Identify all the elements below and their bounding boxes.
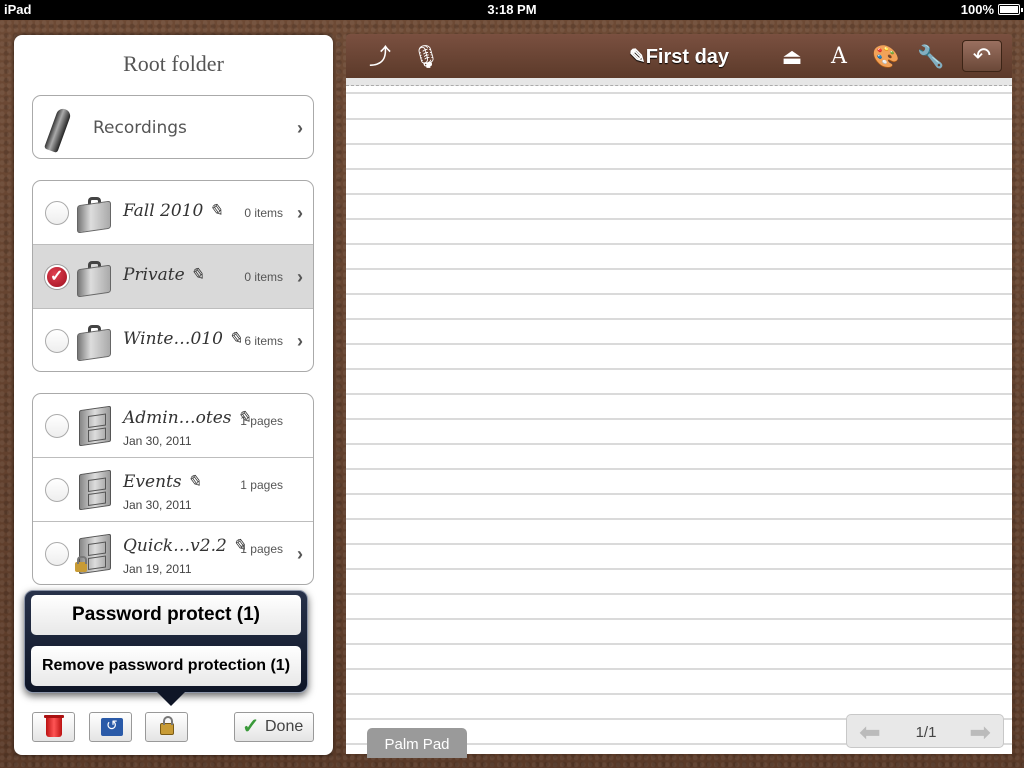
- chevron-right-icon: ›: [297, 203, 303, 223]
- cabinet-icon: [79, 469, 111, 511]
- notebook-date: Jan 19, 2011: [123, 562, 192, 576]
- folder-name: Winte…010 ✎: [123, 329, 243, 349]
- checkmark-icon: ✓: [242, 715, 260, 738]
- folder-count: 0 items: [244, 270, 283, 284]
- notebooks-group: Admin…otes ✎ 1 pages Jan 30, 2011 Events…: [32, 393, 314, 585]
- briefcase-icon: [77, 259, 111, 298]
- notebook-date: Jan 30, 2011: [123, 434, 192, 448]
- done-label: Done: [265, 718, 304, 735]
- move-folder-icon: [101, 717, 123, 736]
- recordings-row[interactable]: Recordings ›: [33, 96, 313, 158]
- notebook-name: Admin…otes ✎: [123, 408, 252, 428]
- status-bar: iPad 3:18 PM 100%: [0, 0, 1024, 20]
- notebook-name: Quick…v2.2 ✎: [123, 536, 247, 556]
- recordings-group: Recordings ›: [32, 95, 314, 159]
- battery-percent: 100%: [960, 2, 994, 17]
- notebook-row[interactable]: Quick…v2.2 ✎ 1 pages Jan 19, 2011 ›: [33, 522, 313, 584]
- notebook-row[interactable]: Admin…otes ✎ 1 pages Jan 30, 2011: [33, 394, 313, 458]
- trash-icon: [44, 715, 64, 737]
- lock-button[interactable]: [145, 712, 188, 742]
- remove-password-button[interactable]: Remove password protection (1): [31, 646, 301, 686]
- notebook-row[interactable]: Events ✎ 1 pages Jan 30, 2011: [33, 458, 313, 522]
- folder-name: Private ✎: [123, 265, 205, 285]
- notebook-pages: 1 pages: [240, 478, 283, 492]
- page-navigator: ⬅ 1/1 ➡: [846, 714, 1004, 748]
- notebook-title[interactable]: ✎First day: [346, 44, 1012, 69]
- font-icon[interactable]: A: [825, 44, 853, 70]
- select-radio[interactable]: [45, 329, 69, 353]
- chevron-right-icon: ›: [297, 544, 303, 564]
- notebook-date: Jan 30, 2011: [123, 498, 192, 512]
- notebook-pages: 1 pages: [240, 414, 283, 428]
- next-page-arrow-icon[interactable]: ➡: [969, 717, 991, 748]
- battery-icon: [998, 4, 1023, 15]
- lock-icon: [75, 556, 87, 572]
- password-popover: Password protect (1) Remove password pro…: [24, 590, 308, 706]
- clock: 3:18 PM: [487, 2, 537, 17]
- briefcase-icon: [77, 323, 111, 362]
- undo-button[interactable]: ↶: [962, 40, 1002, 72]
- folder-name: Fall 2010 ✎: [123, 201, 223, 221]
- chevron-right-icon: ›: [297, 331, 303, 351]
- folder-count: 0 items: [244, 206, 283, 220]
- select-radio-checked[interactable]: [45, 265, 69, 289]
- notebook-page[interactable]: [346, 78, 1012, 754]
- notebook-pages: 1 pages: [240, 542, 283, 556]
- chevron-right-icon: ›: [297, 267, 303, 287]
- folder-row-selected[interactable]: Private ✎ 0 items ›: [33, 245, 313, 309]
- folder-count: 6 items: [244, 334, 283, 348]
- palette-icon[interactable]: 🎨: [872, 44, 900, 70]
- panel-title: Root folder: [123, 51, 224, 76]
- wrench-icon[interactable]: 🔧: [917, 44, 945, 70]
- recordings-label: Recordings: [93, 118, 187, 138]
- move-button[interactable]: [89, 712, 132, 742]
- folder-row[interactable]: Fall 2010 ✎ 0 items ›: [33, 181, 313, 245]
- notebook-toolbar: ⤴ 🎙 ✎First day ⏏ A 🎨 🔧 ↶: [346, 34, 1012, 78]
- briefcase-icon: [77, 195, 111, 234]
- notebook-tag[interactable]: Palm Pad: [367, 728, 467, 758]
- microphone-pen-icon: [43, 106, 73, 154]
- select-radio[interactable]: [45, 414, 69, 438]
- delete-button[interactable]: [32, 712, 75, 742]
- cabinet-icon: [79, 405, 111, 447]
- paper-tear-edge: [346, 78, 1012, 86]
- folders-group: Fall 2010 ✎ 0 items › Private ✎ 0 items …: [32, 180, 314, 372]
- chevron-right-icon: ›: [297, 118, 303, 138]
- select-radio[interactable]: [45, 201, 69, 225]
- folder-row[interactable]: Winte…010 ✎ 6 items ›: [33, 309, 313, 371]
- password-protect-button[interactable]: Password protect (1): [31, 595, 301, 635]
- done-button[interactable]: ✓ Done: [234, 712, 314, 742]
- select-radio[interactable]: [45, 542, 69, 566]
- select-radio[interactable]: [45, 478, 69, 502]
- notebook-name: Events ✎: [123, 472, 202, 492]
- export-icon[interactable]: ⏏: [778, 44, 806, 70]
- lock-icon: [160, 716, 174, 735]
